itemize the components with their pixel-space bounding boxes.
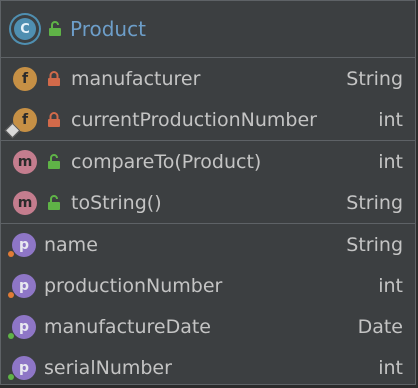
method-name: compareTo(Product): [71, 150, 262, 173]
field-row[interactable]: f manufacturer String: [1, 58, 415, 99]
lock-icon: [48, 70, 60, 86]
method-icon: m: [13, 149, 37, 174]
property-icon: p: [8, 273, 36, 298]
unlock-icon: [48, 153, 60, 169]
class-title: Product: [70, 17, 146, 41]
property-icon: p: [8, 355, 36, 380]
property-row[interactable]: p manufactureDate Date: [1, 306, 415, 347]
method-name: toString(): [71, 191, 162, 214]
class-header[interactable]: C Product: [1, 1, 415, 58]
methods-section: m compareTo(Product) int m toString() St…: [1, 141, 415, 224]
getter-dot-icon: [8, 250, 14, 257]
method-return-type: int: [378, 150, 403, 173]
properties-section: p name String p productionNumber int p m…: [1, 224, 415, 388]
field-type: String: [346, 67, 403, 90]
property-name: productionNumber: [44, 274, 223, 297]
property-type: int: [378, 274, 403, 297]
property-icon: p: [8, 314, 36, 339]
property-name: name: [44, 233, 98, 256]
unlock-icon: [48, 194, 60, 210]
property-type: Date: [357, 315, 403, 338]
static-pin-icon: [4, 122, 21, 138]
lock-icon: [48, 111, 60, 127]
property-row[interactable]: p serialNumber int: [1, 347, 415, 388]
property-row[interactable]: p name String: [1, 224, 415, 265]
method-row[interactable]: m toString() String: [1, 182, 415, 223]
field-name: manufacturer: [71, 67, 201, 90]
method-return-type: String: [346, 191, 403, 214]
setter-dot-icon: [8, 332, 14, 339]
property-name: serialNumber: [44, 356, 172, 379]
field-row[interactable]: f currentProductionNumber int: [1, 99, 415, 140]
uml-class-card: C Product f manufacturer String f curren…: [0, 0, 416, 385]
property-row[interactable]: p productionNumber int: [1, 265, 415, 306]
property-type: int: [378, 356, 403, 379]
method-row[interactable]: m compareTo(Product) int: [1, 141, 415, 182]
unlock-icon: [49, 21, 61, 36]
property-name: manufactureDate: [44, 315, 212, 338]
property-type: String: [346, 233, 403, 256]
getter-dot-icon: [8, 291, 14, 298]
field-name: currentProductionNumber: [71, 108, 317, 131]
fields-section: f manufacturer String f currentProductio…: [1, 58, 415, 141]
field-type: int: [378, 108, 403, 131]
class-icon: C: [14, 18, 36, 40]
method-icon: m: [13, 190, 37, 215]
field-icon: f: [4, 107, 37, 138]
field-icon: f: [13, 66, 37, 91]
setter-dot-icon: [8, 373, 14, 380]
property-icon: p: [8, 232, 36, 257]
